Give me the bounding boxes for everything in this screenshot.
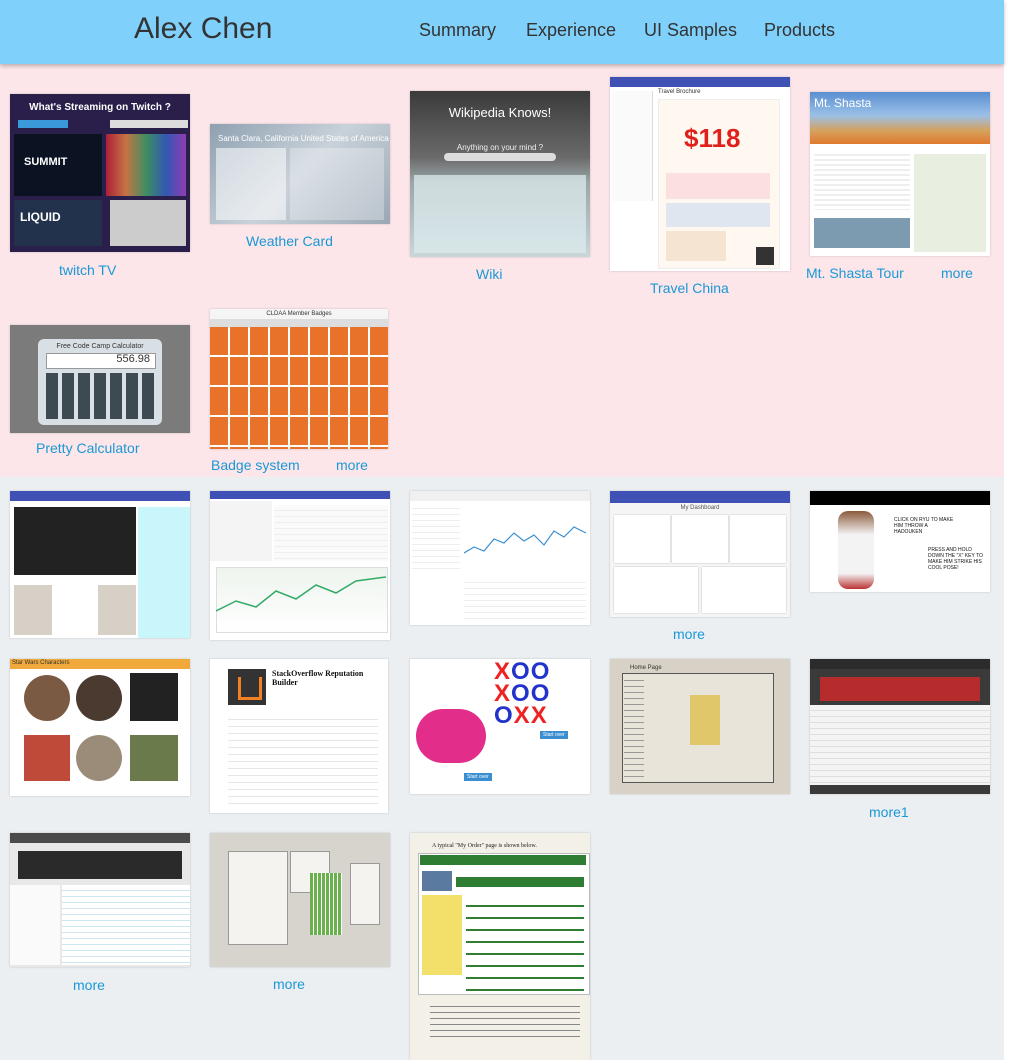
wiki-thumbnail[interactable]: Wikipedia Knows! Anything on your mind ? [410, 91, 590, 257]
stackoverflow-thumbnail[interactable]: StackOverflow Reputation Builder [210, 659, 388, 813]
mt-shasta-thumbnail[interactable]: Mt. Shasta [810, 92, 990, 256]
twitch-title: What's Streaming on Twitch ? [29, 102, 171, 113]
starwars-title: Star Wars Characters [12, 660, 70, 666]
caption-twitch-tv[interactable]: twitch TV [59, 262, 116, 278]
hadouken-text-1: CLICK ON RYU TO MAKE HIM THROW A HADOUKE… [894, 517, 954, 535]
wiki-subtitle: Anything on your mind ? [456, 143, 544, 152]
caption-badge-system[interactable]: Badge system [211, 457, 300, 473]
badge-title: CLDAA Member Badges [266, 311, 332, 317]
more1-link[interactable]: more1 [869, 804, 909, 820]
tic-tac-toe-thumbnail[interactable]: XOO XOO OXX Start over Start over [410, 659, 590, 794]
nav-summary[interactable]: Summary [419, 20, 496, 41]
weather-card-thumbnail[interactable]: Santa Clara, California United States of… [210, 124, 390, 224]
weather-city: Santa Clara, California United States of… [218, 134, 389, 143]
caption-pretty-calculator[interactable]: Pretty Calculator [36, 440, 139, 456]
nav-experience[interactable]: Experience [526, 20, 616, 41]
my-order-page-thumbnail[interactable]: A typical "My Order" page is shown below… [410, 833, 590, 1060]
stock-chart-thumbnail[interactable] [410, 491, 590, 625]
calculator-thumbnail[interactable]: Free Code Camp Calculator 556.98 [10, 325, 190, 433]
caption-weather-card[interactable]: Weather Card [246, 233, 333, 249]
so-title: StackOverflow Reputation Builder [272, 669, 364, 687]
nav-products[interactable]: Products [764, 20, 835, 41]
ttt-start-over-1[interactable]: Start over [540, 731, 568, 739]
dashboard-thumbnail[interactable]: My Dashboard [610, 491, 790, 617]
brand-name[interactable]: Alex Chen [134, 12, 272, 46]
more-link-3[interactable]: more [673, 626, 705, 642]
badge-system-thumbnail[interactable]: CLDAA Member Badges [210, 309, 388, 449]
more-link-5[interactable]: more [273, 976, 305, 992]
ttt-start-over-2[interactable]: Start over [464, 773, 492, 781]
top-navbar: Alex Chen Summary Experience UI Samples … [0, 0, 1004, 64]
twitch-tag2: LIQUID [20, 210, 61, 224]
nav-ui-samples[interactable]: UI Samples [644, 20, 737, 41]
stock-line-icon [216, 576, 386, 612]
device-manager-thumbnail[interactable] [10, 833, 190, 967]
ttt-board: XOO XOO OXX [494, 659, 551, 729]
scrollbar-track[interactable] [1004, 0, 1010, 1060]
shasta-title: Mt. Shasta [814, 96, 872, 110]
calc-display: 556.98 [116, 353, 150, 365]
order-note: A typical "My Order" page is shown below… [432, 843, 537, 849]
dashboard-title: My Dashboard [680, 505, 720, 511]
wiki-title: Wikipedia Knows! [448, 105, 552, 120]
paper-mockup-thumbnail[interactable] [210, 833, 390, 967]
china-price: $118 [684, 123, 741, 153]
travel-china-thumbnail[interactable]: Travel Brochure $118 [610, 77, 790, 271]
twitch-thumbnail[interactable]: What's Streaming on Twitch ? SUMMIT LIQU… [10, 94, 190, 252]
more-link-2[interactable]: more [336, 457, 368, 473]
stock-chart-line-icon [464, 526, 586, 554]
hadouken-thumbnail[interactable]: CLICK ON RYU TO MAKE HIM THROW A HADOUKE… [810, 491, 990, 592]
dance-video-thumbnail[interactable] [10, 491, 190, 638]
caption-travel-china[interactable]: Travel China [650, 280, 729, 296]
china-subtitle: Travel Brochure [658, 89, 701, 95]
caption-wiki[interactable]: Wiki [476, 266, 502, 282]
more-link-1[interactable]: more [941, 265, 973, 281]
home-page-label: Home Page [630, 665, 662, 671]
home-page-sketch-thumbnail[interactable]: Home Page [610, 659, 790, 794]
hadouken-text-2: PRESS AND HOLD DOWN THE "X" KEY TO MAKE … [928, 547, 983, 571]
star-wars-thumbnail[interactable]: Star Wars Characters [10, 659, 190, 796]
stock-watchlist-thumbnail[interactable] [210, 491, 390, 640]
twitch-tag: SUMMIT [24, 156, 68, 168]
calc-title: Free Code Camp Calculator [56, 343, 144, 350]
router-ui-thumbnail[interactable] [810, 659, 990, 794]
caption-mt-shasta-tour[interactable]: Mt. Shasta Tour [806, 265, 904, 281]
more-link-4[interactable]: more [73, 977, 105, 993]
